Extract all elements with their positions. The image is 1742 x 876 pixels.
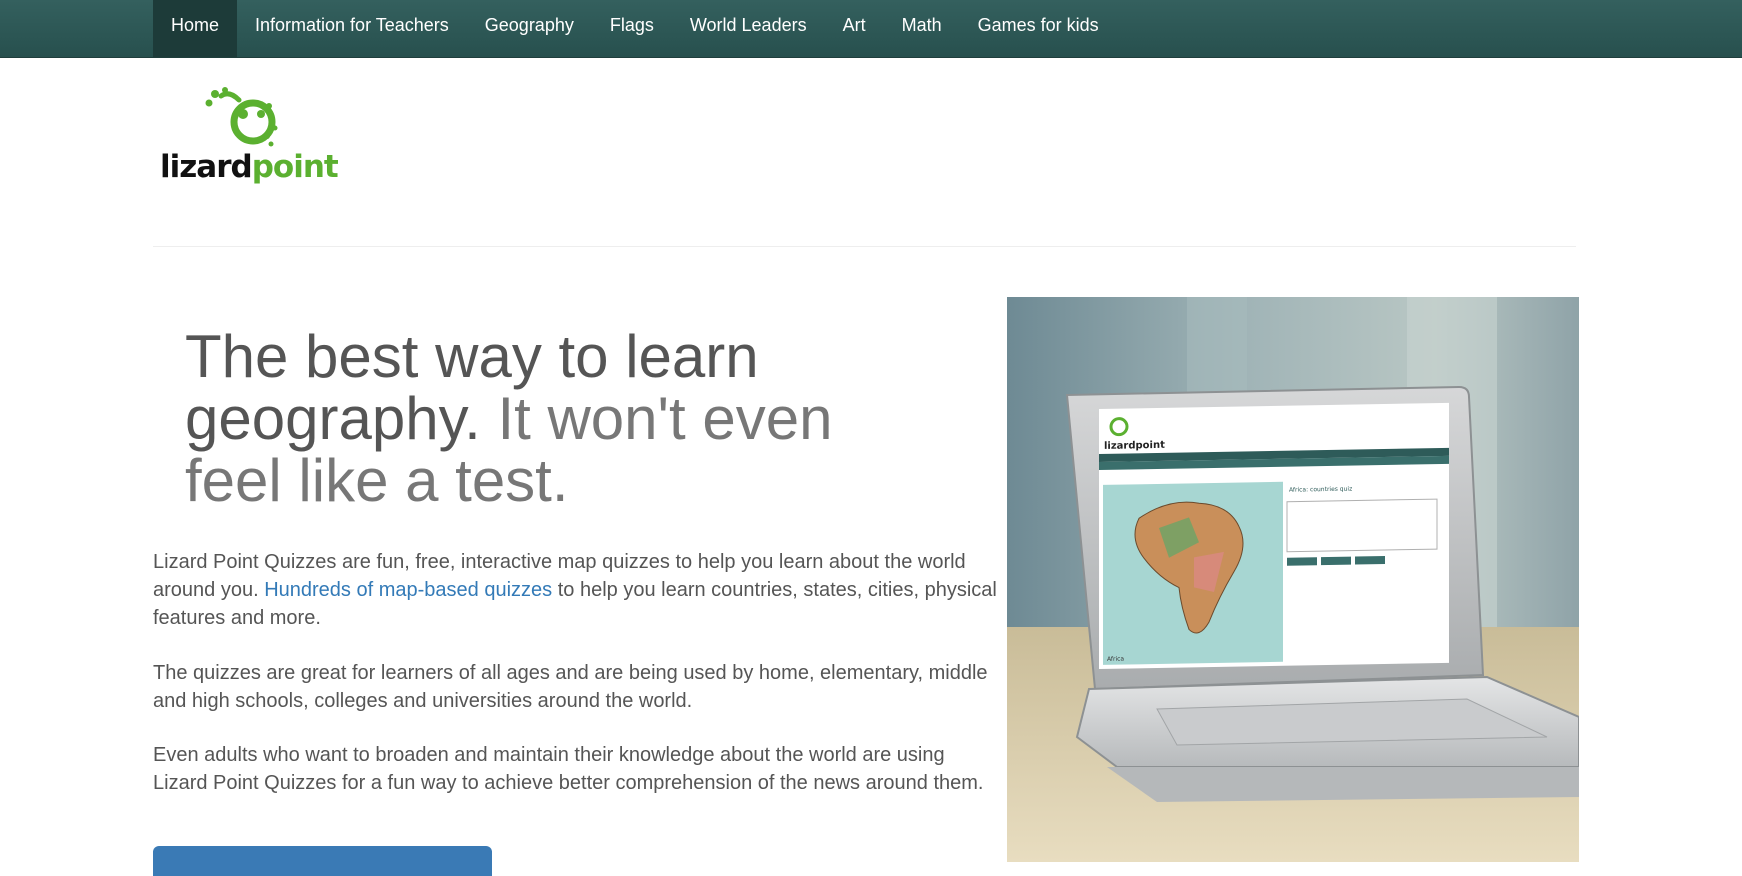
nav-item-teachers[interactable]: Information for Teachers — [237, 0, 467, 57]
logo-text-point: point — [251, 149, 339, 185]
screen-quiz-title: Africa: countries quiz — [1289, 486, 1352, 494]
logo-text-lizard: lizard — [160, 149, 253, 185]
nav-item-home[interactable]: Home — [153, 0, 238, 57]
screen-map-label: Africa — [1107, 656, 1124, 663]
top-navbar: Home Information for Teachers Geography … — [0, 0, 1742, 58]
lizard-icon — [205, 87, 278, 147]
site-logo[interactable]: lizardpoint — [160, 84, 339, 194]
cta-button[interactable] — [153, 846, 492, 876]
logo-wordmark: lizardpoint — [160, 149, 339, 185]
intro-paragraph-2: The quizzes are great for learners of al… — [153, 662, 988, 712]
hero-laptop-image: lizardpoint Africa: countries quiz Afric… — [1007, 297, 1579, 862]
nav-item-games[interactable]: Games for kids — [960, 0, 1117, 57]
hero-title: The best way to learn geography. It won'… — [185, 326, 925, 512]
nav-item-math[interactable]: Math — [884, 0, 960, 57]
laptop-illustration: lizardpoint Africa: countries quiz Afric… — [1007, 297, 1579, 862]
nav-item-art[interactable]: Art — [825, 0, 884, 57]
nav-item-geography[interactable]: Geography — [467, 0, 592, 57]
nav-item-flags[interactable]: Flags — [592, 0, 672, 57]
screen-logo-text: lizardpoint — [1104, 440, 1165, 452]
nav-item-world-leaders[interactable]: World Leaders — [672, 0, 825, 57]
nav-menu: Home Information for Teachers Geography … — [153, 0, 1117, 57]
intro-paragraph-1: Lizard Point Quizzes are fun, free, inte… — [153, 548, 1003, 632]
intro-paragraph-3: Even adults who want to broaden and main… — [153, 744, 984, 794]
header-divider — [153, 246, 1576, 247]
map-quizzes-link[interactable]: Hundreds of map-based quizzes — [264, 579, 552, 601]
